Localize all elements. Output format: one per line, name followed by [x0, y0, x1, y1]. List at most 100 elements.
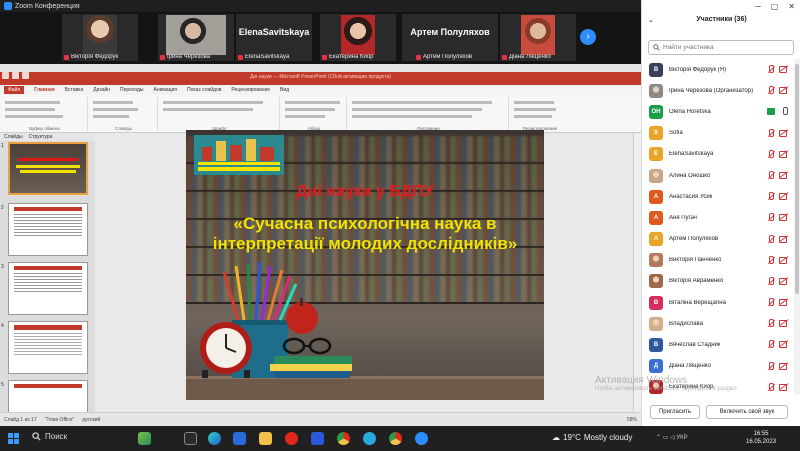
participant-row[interactable]: А Аня Пугач [642, 207, 794, 228]
participant-row[interactable]: В Вячеслав Стадник [642, 334, 794, 355]
zoom-level[interactable]: 58% [627, 417, 637, 423]
participant-row[interactable]: OH Olena Horetska [642, 101, 794, 122]
redo-icon[interactable] [22, 72, 29, 79]
participant-name: Ірина Черезова (Организатор) [669, 87, 754, 94]
participant-search[interactable] [648, 40, 794, 55]
invite-button[interactable]: Пригласить [650, 405, 700, 419]
participant-row[interactable]: В Вікторія Федорук (Я) [642, 59, 794, 80]
participant-row[interactable]: Викторія Панченко [642, 250, 794, 271]
mic-off-icon [502, 54, 507, 60]
unmute-self-button[interactable]: Включить свой звук [706, 405, 788, 419]
status-theme: "Тема Office" [44, 416, 75, 423]
chevron-up-icon[interactable]: ⌃ [656, 435, 661, 441]
slide-thumbnail[interactable] [8, 262, 88, 315]
participant-row[interactable]: E ElenaSavitskaya [642, 144, 794, 165]
participant-row[interactable]: Алина Оношко [642, 165, 794, 186]
slide-thumbnail[interactable] [8, 321, 88, 374]
tab-design[interactable]: Дизайн [93, 87, 110, 93]
mic-off-icon [416, 54, 421, 60]
maximize-icon[interactable]: ▢ [771, 2, 779, 11]
speaker-icon[interactable]: ◁ [670, 435, 675, 441]
cloud-icon: ☁ [552, 433, 560, 442]
tile-name: Вікторія Федорук [71, 54, 119, 60]
tab-animation[interactable]: Анимация [154, 87, 177, 93]
microphone-muted-icon [767, 234, 774, 243]
mail-icon[interactable] [233, 432, 246, 445]
minimize-icon[interactable]: ─ [755, 2, 761, 11]
weather-widget[interactable]: ☁ 19°C Mostly cloudy [552, 433, 632, 442]
participant-row[interactable]: Владислава [642, 313, 794, 334]
microphone-icon [781, 107, 788, 116]
opera-icon[interactable] [285, 432, 298, 445]
microphone-muted-icon [767, 192, 774, 201]
tab-slides-panel[interactable]: Слайды [4, 134, 23, 140]
participant-photo [166, 15, 226, 55]
telegram-icon[interactable] [363, 432, 376, 445]
network-icon[interactable]: ▭ [663, 435, 669, 441]
chevron-down-icon[interactable]: ⌄ [648, 16, 654, 24]
group-drawing: Рисование [349, 97, 509, 131]
slide-thumbnail[interactable] [8, 380, 88, 412]
video-tile[interactable]: Діана Лященко [500, 14, 576, 61]
slide-subtitle: «Сучасна психологічна наука в інтерпрета… [212, 214, 518, 253]
file-explorer-icon[interactable] [259, 432, 272, 445]
next-page-button[interactable]: › [580, 29, 596, 45]
participant-row[interactable]: Ірина Черезова (Организатор) [642, 80, 794, 101]
participant-row[interactable]: В Віталіна Верещагіна [642, 292, 794, 313]
tile-name: Артем Полуляхов [423, 54, 473, 60]
undo-icon[interactable] [12, 72, 19, 79]
windows-start-icon[interactable] [8, 433, 19, 444]
participants-footer: Пригласить Включить свой звук [642, 405, 800, 419]
slide-thumbnail[interactable] [8, 142, 88, 195]
avatar [649, 83, 663, 98]
taskbar-search-label: Поиск [45, 432, 68, 441]
edge-icon[interactable] [208, 432, 221, 445]
vertical-scrollbar[interactable] [633, 133, 641, 412]
system-tray[interactable]: ⌃ ▭ ◁ УКР [656, 434, 688, 441]
participant-list: В Вікторія Федорук (Я) Ірина Черезова (Орг… [642, 59, 794, 394]
current-slide: Дні науки у БДПУ «Сучасна психологічна н… [186, 130, 544, 400]
tab-transitions[interactable]: Переходы [120, 87, 143, 93]
close-icon[interactable]: ✕ [788, 2, 795, 11]
video-camera-off-icon [779, 150, 788, 158]
app-icon[interactable] [311, 432, 324, 445]
participant-row[interactable]: Д Діана Лященко [642, 356, 794, 377]
chrome-icon[interactable] [337, 432, 350, 445]
task-view-icon[interactable] [184, 432, 197, 445]
zoom-taskbar-icon[interactable] [415, 432, 428, 445]
chrome-icon[interactable] [389, 432, 402, 445]
tab-home[interactable]: Главная [34, 87, 54, 93]
tab-slideshow[interactable]: Показ слайдов [187, 87, 221, 93]
participant-row[interactable]: А Анастасия Усик [642, 186, 794, 207]
video-camera-off-icon [779, 193, 788, 201]
save-icon[interactable] [2, 72, 9, 79]
video-tile[interactable]: Ірина Черезова [158, 14, 234, 61]
video-tile[interactable]: ElenaSavitskaya ElenaSavitskaya [236, 14, 312, 61]
ribbon: Буфер обмена Слайды Шрифт Абзац Рисовани… [0, 95, 641, 133]
tab-file[interactable]: Файл [4, 86, 25, 94]
tab-view[interactable]: Вид [280, 87, 289, 93]
pinned-app-icon[interactable] [138, 432, 151, 445]
participants-scrollbar[interactable] [794, 59, 800, 394]
tab-outline-panel[interactable]: Структура [29, 134, 53, 140]
video-tile[interactable]: Вікторія Федорук [62, 14, 138, 61]
taskbar-clock[interactable]: 16:55 16.05.2023 [746, 430, 776, 446]
avatar [649, 253, 663, 268]
participant-name: Артем Полуляхов [669, 236, 719, 243]
participant-row[interactable]: S Sofia [642, 123, 794, 144]
participant-search-input[interactable] [663, 44, 783, 51]
tab-review[interactable]: Рецензирование [231, 87, 270, 93]
video-tile[interactable]: Артем Полуляхов Артем Полуляхов [402, 14, 498, 61]
participant-row[interactable]: Вікторія Авраменко [642, 271, 794, 292]
tab-insert[interactable]: Вставка [65, 87, 84, 93]
participant-name: Вікторія Федорук (Я) [669, 66, 727, 73]
microphone-muted-icon [767, 86, 774, 95]
video-tile[interactable]: Екатерина Киор [320, 14, 396, 61]
slide-thumbnail[interactable] [8, 203, 88, 256]
taskbar-search[interactable]: Поиск [32, 432, 67, 441]
input-language[interactable]: УКР [676, 435, 687, 441]
video-camera-off-icon [779, 66, 788, 73]
participant-photo [341, 15, 375, 55]
avatar: Д [649, 359, 663, 374]
participant-row[interactable]: А Артем Полуляхов [642, 229, 794, 250]
